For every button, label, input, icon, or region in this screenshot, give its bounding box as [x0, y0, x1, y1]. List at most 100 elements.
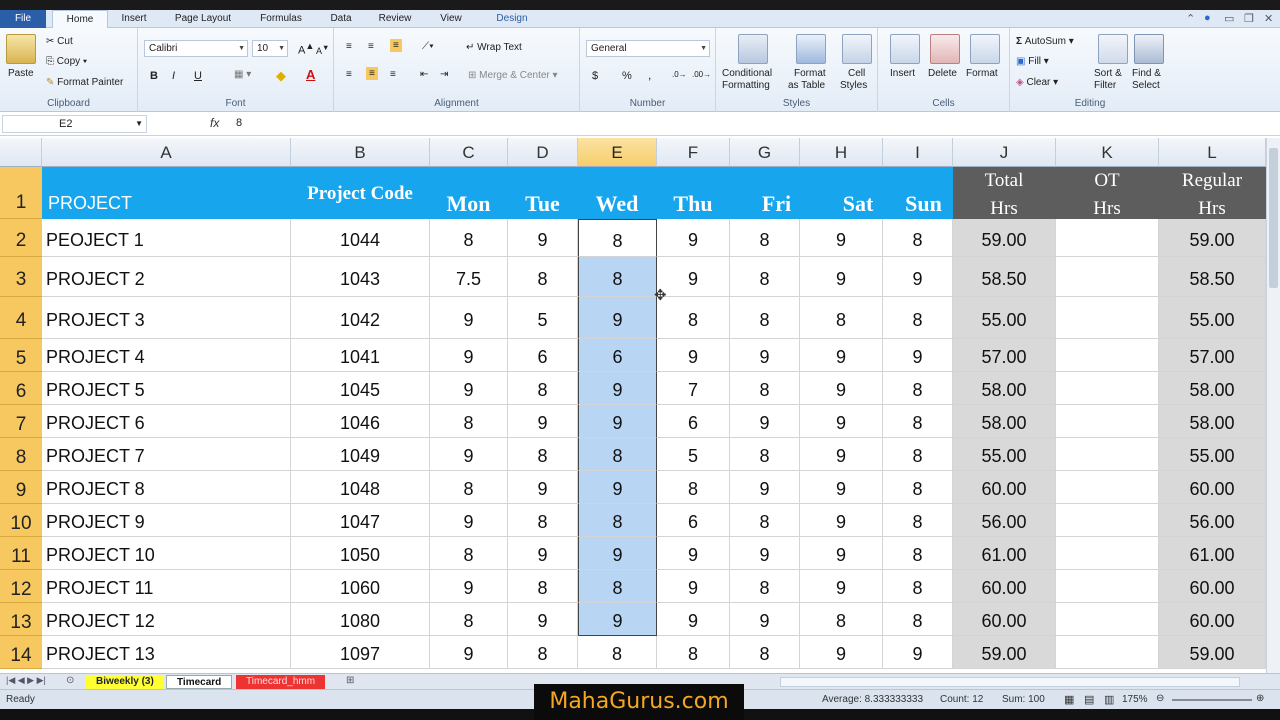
col-header-k[interactable]: K: [1056, 138, 1159, 167]
cell-project[interactable]: PROJECT 3: [42, 297, 291, 339]
cell-project-code[interactable]: 1046: [291, 405, 430, 438]
cell-regular-hrs[interactable]: 58.00: [1159, 405, 1266, 438]
cell-thu[interactable]: 9: [657, 603, 730, 636]
cell-sun[interactable]: 8: [883, 405, 953, 438]
cell-total-hrs[interactable]: 60.00: [953, 471, 1056, 504]
cell-sat[interactable]: 9: [800, 372, 883, 405]
paste-icon[interactable]: [6, 34, 36, 64]
header-fri[interactable]: Fri: [730, 167, 800, 219]
decrease-decimal-icon[interactable]: .00→: [692, 70, 711, 79]
cell-thu[interactable]: 8: [657, 636, 730, 669]
cell-regular-hrs[interactable]: 57.00: [1159, 339, 1266, 372]
merge-center-button[interactable]: ⊞ Merge & Center ▾: [468, 70, 558, 81]
cell-ot-hrs[interactable]: [1056, 219, 1159, 257]
cell-tue[interactable]: 8: [508, 438, 578, 471]
format-cells-icon[interactable]: [970, 34, 1000, 64]
col-header-d[interactable]: D: [508, 138, 578, 167]
cell-fri[interactable]: 8: [730, 297, 800, 339]
cell-project[interactable]: PROJECT 9: [42, 504, 291, 537]
cell-regular-hrs[interactable]: 58.50: [1159, 257, 1266, 297]
cell-wed[interactable]: 8: [578, 570, 657, 603]
cell-fri[interactable]: 8: [730, 219, 800, 257]
cell-total-hrs[interactable]: 55.00: [953, 438, 1056, 471]
tab-insert[interactable]: Insert: [112, 10, 156, 28]
cell-sun[interactable]: 9: [883, 339, 953, 372]
font-size-select[interactable]: 10 ▼: [252, 40, 288, 57]
cell-regular-hrs[interactable]: 56.00: [1159, 504, 1266, 537]
tab-design[interactable]: Design: [486, 10, 538, 28]
shrink-font-icon[interactable]: A▼: [316, 43, 329, 56]
tab-view[interactable]: View: [432, 10, 470, 28]
row-header[interactable]: 2: [0, 219, 42, 257]
cell-wed[interactable]: 9: [578, 405, 657, 438]
cell-sun[interactable]: 8: [883, 297, 953, 339]
insert-cells-label[interactable]: Insert: [890, 68, 915, 79]
cell-sat[interactable]: 9: [800, 471, 883, 504]
cell-tue[interactable]: 8: [508, 570, 578, 603]
cell-ot-hrs[interactable]: [1056, 537, 1159, 570]
cell-sun[interactable]: 8: [883, 438, 953, 471]
col-header-g[interactable]: G: [730, 138, 800, 167]
row-header[interactable]: 3: [0, 257, 42, 297]
cell-project-code[interactable]: 1045: [291, 372, 430, 405]
cell-ot-hrs[interactable]: [1056, 297, 1159, 339]
cell-wed[interactable]: 8: [578, 438, 657, 471]
header-regular-hrs[interactable]: Regular Hrs: [1159, 167, 1266, 219]
row-header[interactable]: 1: [0, 167, 42, 219]
row-header[interactable]: 4: [0, 297, 42, 339]
minimize-ribbon-icon[interactable]: ⌃: [1186, 12, 1195, 25]
fill-color-icon[interactable]: ◆: [276, 68, 286, 84]
align-right-icon[interactable]: ≡: [390, 69, 396, 80]
header-sun[interactable]: Sun: [883, 167, 953, 219]
cell-project[interactable]: PROJECT 4: [42, 339, 291, 372]
format-as-table-label-2[interactable]: as Table: [788, 80, 825, 91]
cell-tue[interactable]: 9: [508, 405, 578, 438]
cell-project[interactable]: PROJECT 8: [42, 471, 291, 504]
cell-styles-icon[interactable]: [842, 34, 872, 64]
cell-project-code[interactable]: 1060: [291, 570, 430, 603]
cell-sat[interactable]: 8: [800, 297, 883, 339]
cell-wed[interactable]: 9: [578, 471, 657, 504]
tab-page-layout[interactable]: Page Layout: [165, 10, 241, 28]
cell-thu[interactable]: 6: [657, 504, 730, 537]
normal-view-icon[interactable]: ▦: [1064, 693, 1074, 706]
header-wed[interactable]: Wed: [578, 167, 657, 219]
select-all-corner[interactable]: [0, 138, 42, 167]
cell-mon[interactable]: 9: [430, 636, 508, 669]
cell-project[interactable]: PROJECT 6: [42, 405, 291, 438]
cell-wed[interactable]: 9: [578, 297, 657, 339]
cell-thu[interactable]: 9: [657, 257, 730, 297]
col-header-b[interactable]: B: [291, 138, 430, 167]
cell-project-code[interactable]: 1044: [291, 219, 430, 257]
cell-fri[interactable]: 9: [730, 537, 800, 570]
cell-tue[interactable]: 8: [508, 257, 578, 297]
format-painter-button[interactable]: ✎ Format Painter: [46, 77, 123, 88]
increase-indent-icon[interactable]: ⇥: [440, 69, 448, 80]
cell-mon[interactable]: 9: [430, 438, 508, 471]
cell-thu[interactable]: 7: [657, 372, 730, 405]
cell-sat[interactable]: 9: [800, 438, 883, 471]
cell-fri[interactable]: 8: [730, 372, 800, 405]
cell-styles-label-2[interactable]: Styles: [840, 80, 867, 91]
cell-regular-hrs[interactable]: 61.00: [1159, 537, 1266, 570]
sheet-nav-circle-icon[interactable]: ⊙: [66, 675, 74, 686]
cell-mon[interactable]: 8: [430, 219, 508, 257]
format-as-table-icon[interactable]: [796, 34, 826, 64]
align-bottom-icon[interactable]: ≡: [390, 39, 402, 52]
cell-wed[interactable]: 9: [578, 372, 657, 405]
row-header[interactable]: 6: [0, 372, 42, 405]
col-header-l[interactable]: L: [1159, 138, 1266, 167]
cell-thu[interactable]: 9: [657, 219, 730, 257]
cell-mon[interactable]: 9: [430, 570, 508, 603]
horizontal-scrollbar[interactable]: [780, 677, 1240, 687]
cell-sat[interactable]: 9: [800, 405, 883, 438]
minimize-icon[interactable]: ▭: [1224, 12, 1234, 25]
format-cells-label[interactable]: Format: [966, 68, 998, 79]
scroll-thumb[interactable]: [1269, 148, 1278, 288]
cell-mon[interactable]: 8: [430, 471, 508, 504]
cell-sat[interactable]: 9: [800, 339, 883, 372]
cell-sun[interactable]: 8: [883, 570, 953, 603]
cell-tue[interactable]: 8: [508, 636, 578, 669]
insert-sheet-icon[interactable]: ⊞: [346, 675, 354, 686]
delete-cells-icon[interactable]: [930, 34, 960, 64]
